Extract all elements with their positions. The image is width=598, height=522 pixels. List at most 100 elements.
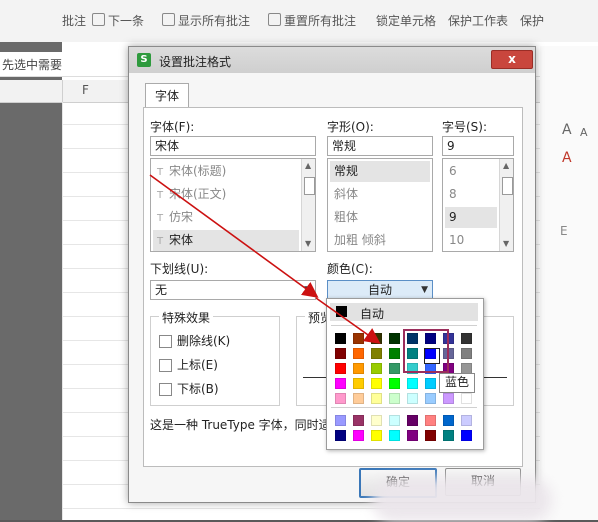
toolbar-item-next-comment[interactable]: 下一条 — [92, 12, 144, 29]
next-comment-icon — [92, 13, 105, 26]
custom-color-swatch[interactable] — [461, 415, 472, 426]
custom-color-swatch[interactable] — [353, 430, 364, 441]
toolbar-item-protect-sheet[interactable]: 保护工作表 — [448, 12, 508, 29]
superscript-label: 上标(E) — [177, 358, 218, 372]
custom-color-swatch[interactable] — [389, 430, 400, 441]
font-info-text: 这是一种 TrueType 字体，同时适 — [150, 418, 331, 432]
color-swatch[interactable] — [389, 363, 400, 374]
font-list[interactable]: T 宋体(标题) T 宋体(正文) T 仿宋 T 宋体 ▲ ▼ — [150, 158, 316, 252]
strikethrough-label: 删除线(K) — [177, 334, 231, 348]
color-swatch[interactable] — [389, 348, 400, 359]
list-item[interactable]: 粗体 — [330, 207, 430, 228]
strikethrough-checkbox[interactable] — [159, 335, 172, 348]
size-list-scrollbar[interactable]: ▲ ▼ — [499, 159, 513, 251]
custom-color-swatch[interactable] — [371, 430, 382, 441]
column-header-f[interactable]: F — [82, 83, 89, 97]
custom-color-swatch[interactable] — [425, 415, 436, 426]
toolbar-item-reset-all-comments[interactable]: 重置所有批注 — [268, 12, 356, 29]
color-swatch[interactable] — [461, 393, 472, 404]
font-grow-icon[interactable]: A — [562, 122, 572, 138]
font-style-list[interactable]: 常规 斜体 粗体 加粗 倾斜 — [327, 158, 433, 252]
toolbar-item-protect[interactable]: 保护 — [520, 12, 544, 29]
color-select[interactable]: 自动 ▼ — [327, 280, 433, 300]
custom-color-swatch[interactable] — [461, 430, 472, 441]
color-swatch[interactable] — [407, 378, 418, 389]
selected-swatch-frame — [424, 348, 440, 364]
color-swatch[interactable] — [335, 333, 346, 344]
list-item-selected[interactable]: 9 — [445, 207, 497, 228]
list-item[interactable]: 6 — [445, 161, 497, 182]
font-name-input[interactable]: 宋体 — [150, 136, 316, 156]
scroll-down-icon[interactable]: ▼ — [305, 239, 311, 248]
color-swatch[interactable] — [371, 363, 382, 374]
custom-color-swatch[interactable] — [407, 430, 418, 441]
custom-color-swatch[interactable] — [335, 415, 346, 426]
subscript-checkbox[interactable] — [159, 383, 172, 396]
underline-select[interactable]: 无 ▼ — [150, 280, 316, 300]
font-style-input[interactable]: 常规 — [327, 136, 433, 156]
truetype-icon: T — [157, 190, 164, 201]
list-item-selected[interactable]: T 宋体 — [153, 230, 299, 251]
close-button[interactable]: x — [491, 50, 533, 69]
format-icon[interactable]: E — [560, 224, 568, 238]
color-swatch[interactable] — [353, 348, 364, 359]
ribbon-toolbar: 批注 下一条 显示所有批注 重置所有批注 锁定单元格 保护工作表 保护 — [0, 0, 598, 43]
color-swatch[interactable] — [335, 393, 346, 404]
color-swatch[interactable] — [443, 393, 454, 404]
color-swatch[interactable] — [389, 393, 400, 404]
color-swatch[interactable] — [425, 378, 436, 389]
font-list-scrollbar[interactable]: ▲ ▼ — [301, 159, 315, 251]
tab-font[interactable]: 字体 — [145, 83, 189, 108]
color-swatch[interactable] — [335, 363, 346, 374]
list-item[interactable]: 斜体 — [330, 184, 430, 205]
color-swatch[interactable] — [371, 378, 382, 389]
color-swatch[interactable] — [335, 348, 346, 359]
color-swatch[interactable] — [371, 348, 382, 359]
custom-color-swatch[interactable] — [443, 430, 454, 441]
color-swatch[interactable] — [461, 348, 472, 359]
list-item[interactable]: T 仿宋 — [153, 207, 299, 228]
color-swatch[interactable] — [335, 378, 346, 389]
custom-color-swatch[interactable] — [443, 415, 454, 426]
color-swatch[interactable] — [353, 363, 364, 374]
superscript-checkbox[interactable] — [159, 359, 172, 372]
truetype-icon: T — [157, 167, 164, 178]
color-swatch[interactable] — [389, 378, 400, 389]
toolbar-item-show-all-comments[interactable]: 显示所有批注 — [162, 12, 250, 29]
font-color-icon[interactable]: A — [562, 150, 572, 166]
chevron-down-icon: ▼ — [304, 285, 311, 295]
size-label: 字号(S): — [442, 120, 488, 134]
font-size-input[interactable]: 9 — [442, 136, 514, 156]
list-item-selected[interactable]: 常规 — [330, 161, 430, 182]
list-item[interactable]: 8 — [445, 184, 497, 205]
scroll-up-icon[interactable]: ▲ — [503, 161, 509, 170]
custom-color-swatch[interactable] — [335, 430, 346, 441]
toolbar-item-prev-comment[interactable]: 批注 — [62, 12, 86, 29]
font-shrink-icon[interactable]: A — [580, 126, 588, 139]
dialog-titlebar[interactable]: S 设置批注格式 x — [129, 47, 535, 73]
color-swatch[interactable] — [371, 333, 382, 344]
scroll-up-icon[interactable]: ▲ — [305, 161, 311, 170]
custom-color-swatch[interactable] — [407, 415, 418, 426]
color-swatch[interactable] — [407, 393, 418, 404]
list-item[interactable]: T 宋体(标题) — [153, 161, 299, 182]
custom-color-swatch[interactable] — [371, 415, 382, 426]
font-size-list[interactable]: 6 8 9 10 ▲ ▼ — [442, 158, 514, 252]
color-swatch[interactable] — [425, 393, 436, 404]
color-palette-popup: 自动 蓝色 — [326, 298, 484, 450]
color-swatch[interactable] — [389, 333, 400, 344]
custom-color-swatch[interactable] — [353, 415, 364, 426]
toolbar-item-lock-cell[interactable]: 锁定单元格 — [376, 12, 436, 29]
color-swatch[interactable] — [353, 378, 364, 389]
color-swatch[interactable] — [353, 333, 364, 344]
color-swatch[interactable] — [461, 333, 472, 344]
color-swatch[interactable] — [353, 393, 364, 404]
list-item[interactable]: 10 — [445, 230, 497, 251]
scroll-down-icon[interactable]: ▼ — [503, 239, 509, 248]
list-item[interactable]: 加粗 倾斜 — [330, 230, 430, 251]
color-swatch[interactable] — [371, 393, 382, 404]
custom-color-swatch[interactable] — [425, 430, 436, 441]
custom-color-swatch[interactable] — [389, 415, 400, 426]
wps-app-icon: S — [137, 53, 151, 67]
list-item[interactable]: T 宋体(正文) — [153, 184, 299, 205]
